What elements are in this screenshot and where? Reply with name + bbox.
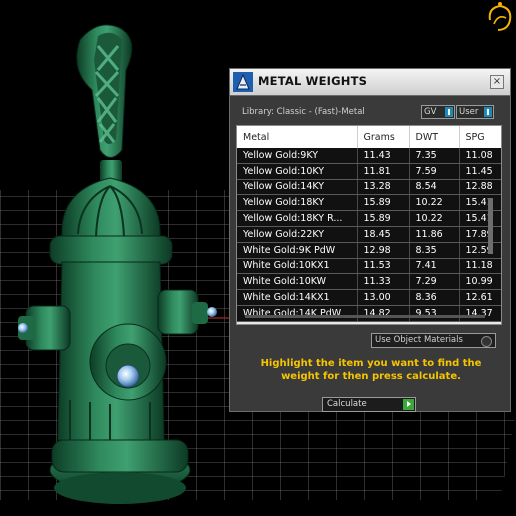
use-object-materials-option[interactable]: Use Object Materials: [371, 333, 496, 348]
use-object-materials-label: Use Object Materials: [375, 335, 463, 345]
cell-dwt: 7.35: [409, 148, 460, 164]
cell-grams: 11.33: [357, 273, 410, 291]
panel-titlebar[interactable]: METAL WEIGHTS ×: [230, 69, 510, 96]
cell-spg: 12.88: [459, 179, 501, 196]
cell-metal: Yellow Gold:22KY: [237, 226, 358, 243]
cell-grams: 14.82: [357, 305, 410, 322]
cell-dwt: 9.53: [409, 305, 460, 322]
gv-toggle-label: GV: [424, 107, 437, 117]
instructions-text: Highlight the item you want to find the …: [260, 358, 482, 382]
cell-spg: 15.41: [459, 210, 501, 227]
metal-weights-app-icon: [233, 72, 253, 92]
cell-metal: Yellow Gold:18KY R...: [237, 210, 358, 227]
cell-dwt: 7.59: [409, 163, 460, 180]
cell-dwt: 7.29: [409, 273, 460, 291]
cell-dwt: 8.54: [409, 179, 460, 196]
radio-icon[interactable]: [481, 336, 492, 347]
cell-metal: White Gold:10KX1: [237, 258, 358, 275]
panel-title: METAL WEIGHTS: [258, 74, 368, 88]
cell-spg: 11.08: [459, 148, 501, 164]
cell-spg: 11.18: [459, 258, 501, 275]
cell-grams: 15.89: [357, 194, 410, 212]
cell-grams: 11.53: [357, 258, 410, 275]
column-header-dwt[interactable]: DWT: [409, 126, 460, 148]
table-body: Yellow Gold:9KY 11.43 7.35 11.08 Yellow Gold…: [237, 148, 501, 322]
vertical-scrollbar[interactable]: [488, 198, 493, 254]
table-row[interactable]: Yellow Gold:18KY R... 15.89 10.22 15.41: [237, 210, 501, 227]
cell-spg: 12.61: [459, 289, 501, 306]
horizontal-scrollbar[interactable]: [245, 315, 485, 318]
cell-grams: 11.81: [357, 163, 410, 180]
user-toggle-label: User: [459, 107, 479, 117]
cell-metal: White Gold:9K PdW: [237, 242, 358, 259]
close-icon[interactable]: ×: [490, 75, 504, 89]
cell-spg: 14.37: [459, 305, 501, 322]
calculate-button-label: Calculate: [327, 399, 367, 409]
cell-grams: 18.45: [357, 226, 410, 243]
gv-toggle[interactable]: GV: [421, 105, 455, 119]
calculate-button[interactable]: Calculate: [322, 397, 416, 412]
cell-metal: Yellow Gold:10KY: [237, 163, 358, 180]
metal-weights-panel: METAL WEIGHTS × Library: Classic - (Fast…: [229, 68, 511, 412]
cell-metal: Yellow Gold:9KY: [237, 148, 358, 164]
column-header-spg[interactable]: SPG: [459, 126, 501, 148]
cell-dwt: 8.35: [409, 242, 460, 259]
cell-grams: 13.00: [357, 289, 410, 306]
table-header-row: Metal Grams DWT SPG: [237, 126, 501, 148]
table-row[interactable]: White Gold:10KX1 11.53 7.41 11.18: [237, 258, 501, 275]
cell-spg: 10.99: [459, 273, 501, 291]
table-row[interactable]: White Gold:10KW 11.33 7.29 10.99: [237, 273, 501, 291]
cell-dwt: 10.22: [409, 194, 460, 212]
metal-weights-table[interactable]: Metal Grams DWT SPG Yellow Gold:9KY 11.43…: [236, 125, 502, 325]
table-row[interactable]: Yellow Gold:9KY 11.43 7.35 11.08: [237, 148, 501, 164]
column-header-grams[interactable]: Grams: [357, 126, 410, 148]
table-row[interactable]: White Gold:14K PdW 14.82 9.53 14.37: [237, 305, 501, 322]
table-row[interactable]: White Gold:14KX1 13.00 8.36 12.61: [237, 289, 501, 306]
cell-grams: 12.98: [357, 242, 410, 259]
table-row[interactable]: White Gold:9K PdW 12.98 8.35 12.59: [237, 242, 501, 259]
cell-grams: 11.43: [357, 148, 410, 164]
cell-spg: 12.59: [459, 242, 501, 259]
cell-metal: White Gold:14K PdW: [237, 305, 358, 322]
user-toggle[interactable]: User: [456, 105, 494, 119]
cell-dwt: 10.22: [409, 210, 460, 227]
cell-metal: White Gold:14KX1: [237, 289, 358, 306]
table-row[interactable]: Yellow Gold:14KY 13.28 8.54 12.88: [237, 179, 501, 196]
toggle-knob-icon: [445, 107, 453, 117]
cell-dwt: 7.41: [409, 258, 460, 275]
cell-spg: 17.89: [459, 226, 501, 243]
cell-spg: 15.41: [459, 194, 501, 212]
play-arrow-icon: [403, 399, 414, 410]
cell-spg: 11.45: [459, 163, 501, 180]
toggle-knob-icon: [484, 107, 492, 117]
column-header-metal[interactable]: Metal: [237, 126, 358, 148]
cell-grams: 13.28: [357, 179, 410, 196]
cell-grams: 15.89: [357, 210, 410, 227]
cell-metal: White Gold:10KW: [237, 273, 358, 291]
cell-metal: Yellow Gold:14KY: [237, 179, 358, 196]
cell-dwt: 11.86: [409, 226, 460, 243]
library-label: Library: Classic - (Fast)-Metal: [242, 107, 365, 117]
cell-metal: Yellow Gold:18KY: [237, 194, 358, 212]
table-row[interactable]: Yellow Gold:10KY 11.81 7.59 11.45: [237, 163, 501, 180]
gold-ring-logo-icon: [488, 2, 512, 31]
table-row[interactable]: Yellow Gold:22KY 18.45 11.86 17.89: [237, 226, 501, 243]
table-row[interactable]: Yellow Gold:18KY 15.89 10.22 15.41: [237, 194, 501, 212]
cell-dwt: 8.36: [409, 289, 460, 306]
